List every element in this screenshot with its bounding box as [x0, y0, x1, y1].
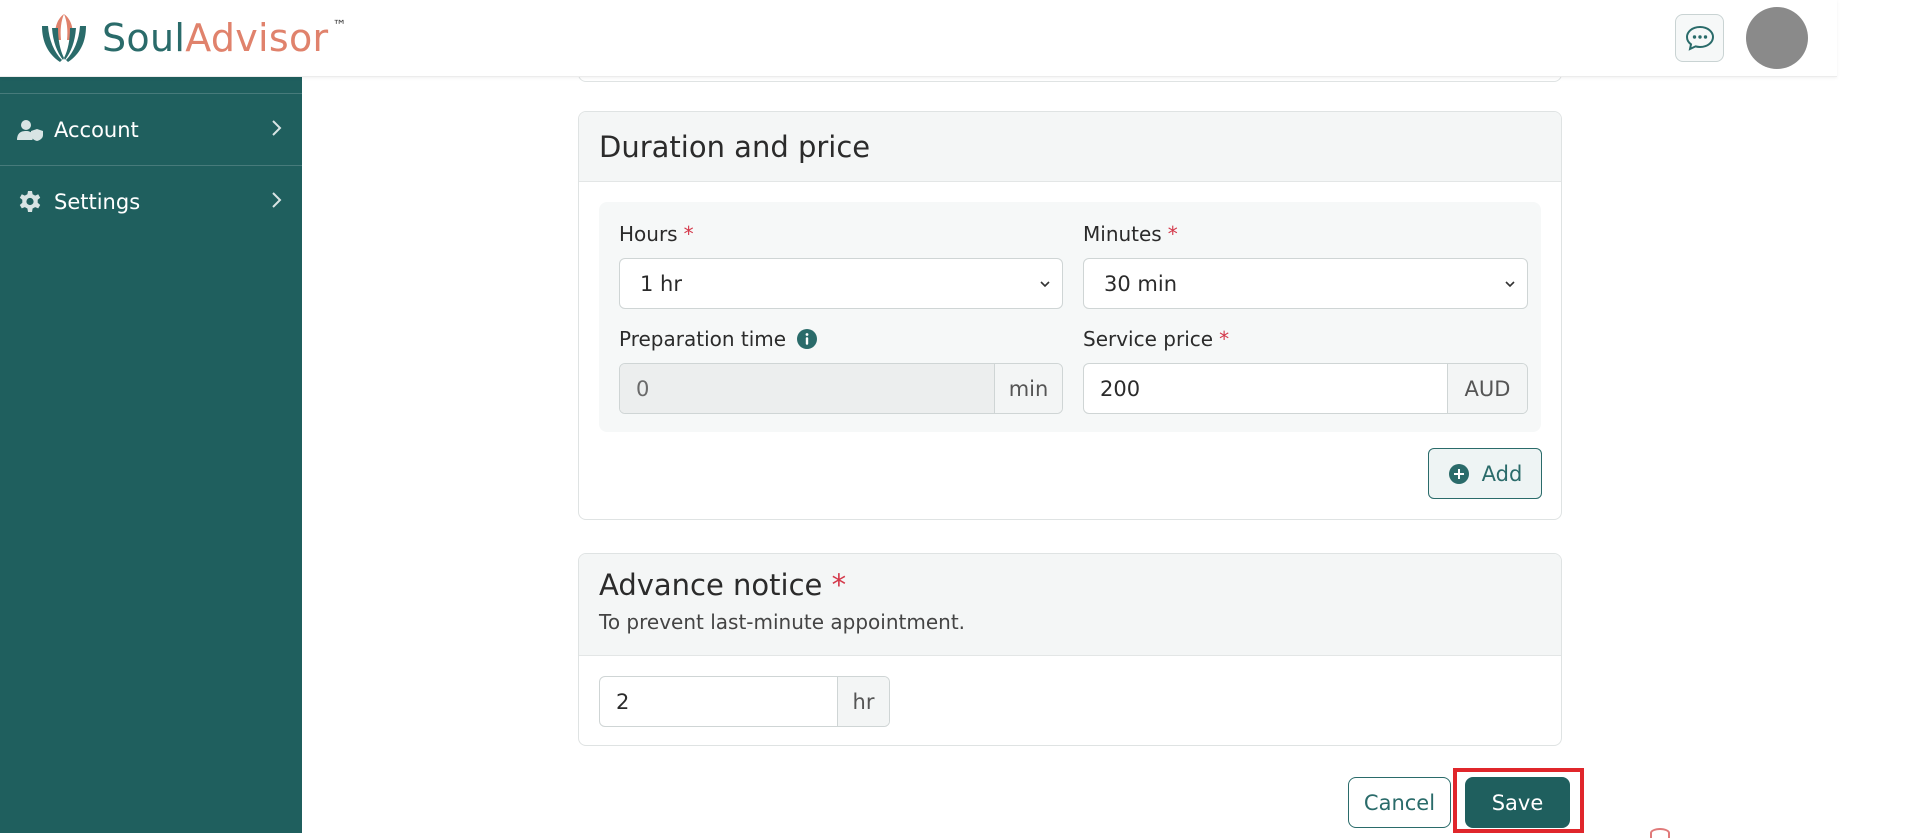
preparation-unit-addon: min [994, 364, 1062, 413]
card-title: Advance notice * [599, 568, 847, 602]
add-button-label: Add [1481, 461, 1523, 486]
add-duration-button[interactable]: Add [1428, 448, 1542, 499]
advance-notice-card: Advance notice * To prevent last-minute … [578, 553, 1562, 746]
preparation-time-field[interactable]: 0 min [619, 363, 1063, 414]
minutes-label: Minutes * [1083, 222, 1178, 246]
brand-name: SoulAdvisor [102, 16, 329, 60]
hours-select-value: 1 hr [640, 271, 682, 296]
brand-logo[interactable]: SoulAdvisor ™ [34, 8, 346, 68]
chat-bubble-icon [1685, 25, 1714, 51]
preparation-time-input: 0 [620, 364, 994, 413]
gear-icon [16, 188, 44, 216]
sidebar-item-settings[interactable]: Settings [0, 165, 302, 237]
sidebar-item-label: Account [54, 117, 139, 142]
hours-label: Hours * [619, 222, 694, 246]
chevron-right-icon [272, 192, 282, 208]
required-marker: * [831, 568, 847, 602]
duration-price-row: Hours * 1 hr Minutes * 30 min Preparation … [599, 202, 1541, 432]
cancel-button[interactable]: Cancel [1348, 777, 1451, 828]
chevron-down-icon [1505, 281, 1515, 288]
minutes-select-value: 30 min [1104, 271, 1177, 296]
partial-corner-mark [1650, 828, 1670, 838]
required-marker: * [1219, 327, 1230, 351]
user-avatar[interactable] [1746, 7, 1808, 69]
chevron-down-icon [1040, 281, 1050, 288]
currency-addon: AUD [1447, 364, 1527, 413]
advance-notice-input[interactable]: 2 [600, 677, 837, 726]
hours-unit-addon: hr [837, 677, 889, 726]
info-icon[interactable] [796, 328, 818, 350]
minutes-select[interactable]: 30 min [1083, 258, 1528, 309]
plus-circle-icon [1448, 463, 1469, 484]
chevron-right-icon [272, 120, 282, 136]
sidebar-item-label: Settings [54, 189, 141, 214]
advance-notice-field[interactable]: 2 hr [599, 676, 890, 727]
required-marker: * [683, 222, 694, 246]
card-header: Duration and price [579, 112, 1561, 182]
card-header: Advance notice * To prevent last-minute … [579, 554, 1561, 656]
logo-mark-icon [42, 14, 86, 62]
required-marker: * [1167, 222, 1178, 246]
service-price-label: Service price * [1083, 327, 1230, 351]
chat-button[interactable] [1675, 14, 1724, 62]
sidebar-item-account[interactable]: Account [0, 93, 302, 165]
preparation-time-label: Preparation time [619, 327, 818, 351]
service-price-input[interactable]: 200 [1084, 364, 1447, 413]
save-button[interactable]: Save [1465, 777, 1570, 828]
sidebar: Account Settings [0, 77, 302, 833]
card-title: Duration and price [599, 129, 871, 164]
top-bar: SoulAdvisor ™ [0, 0, 1837, 77]
hours-select[interactable]: 1 hr [619, 258, 1063, 309]
card-subtitle: To prevent last-minute appointment. [599, 610, 966, 634]
user-shield-icon [16, 116, 44, 144]
service-price-field[interactable]: 200 AUD [1083, 363, 1528, 414]
trademark-symbol: ™ [332, 18, 347, 34]
duration-price-card: Duration and price Hours * 1 hr Minutes * … [578, 111, 1562, 520]
